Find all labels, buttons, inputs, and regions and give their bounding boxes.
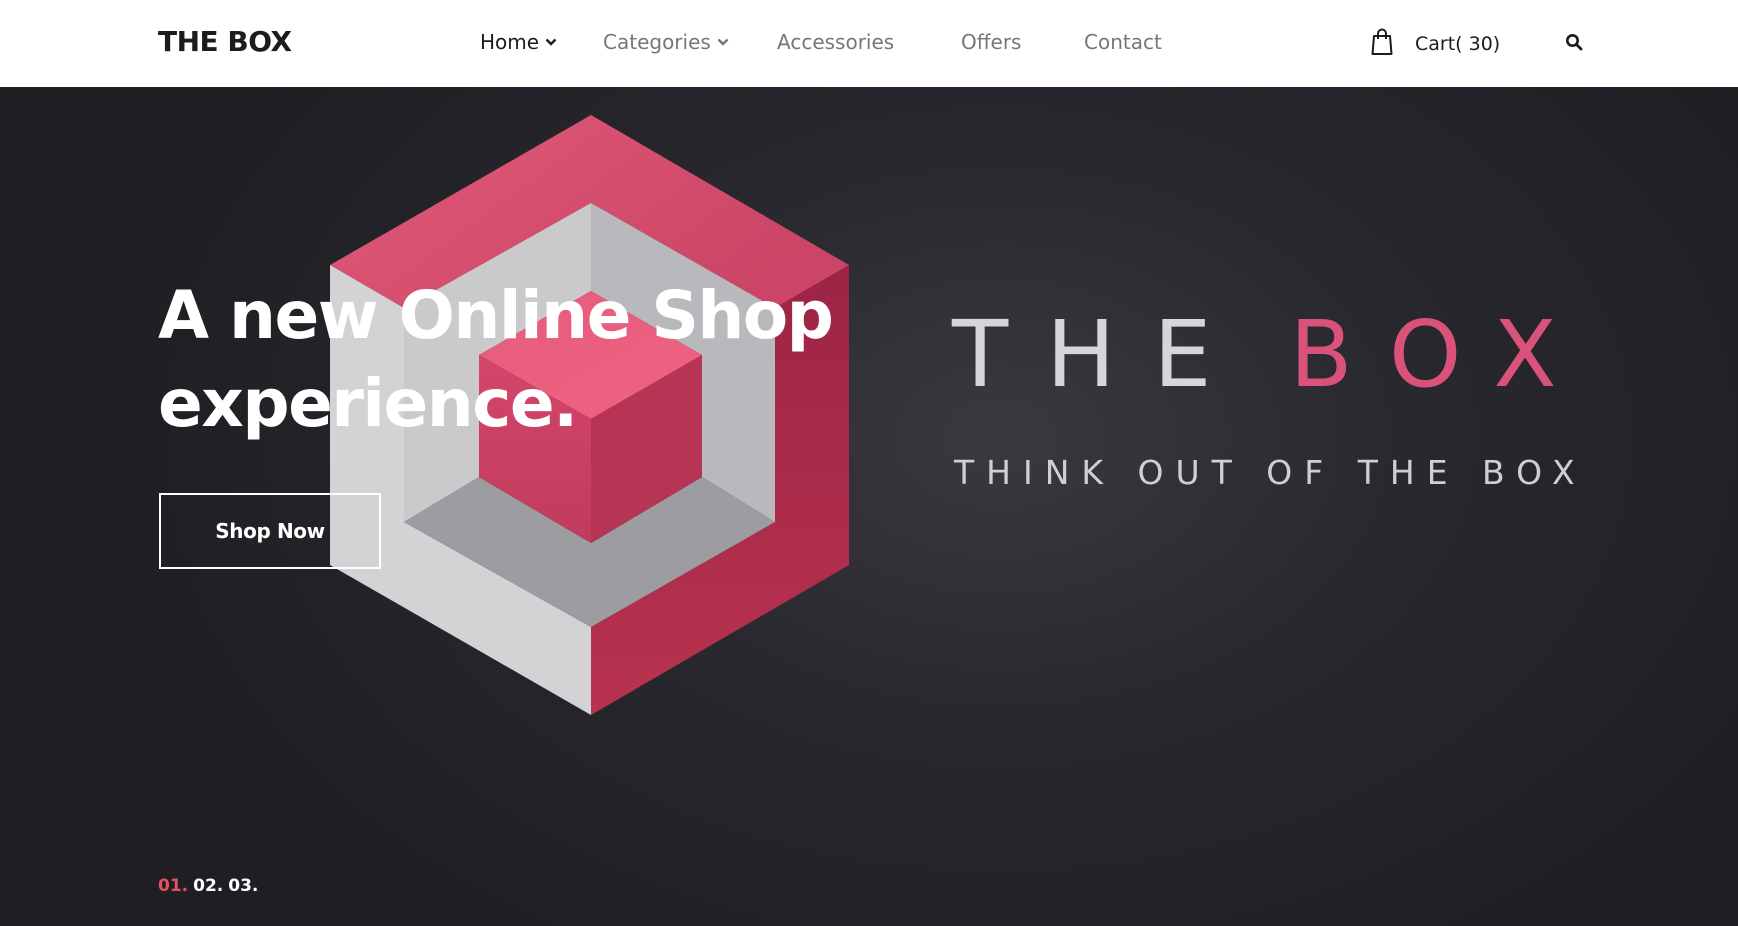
- chevron-down-icon: [545, 37, 557, 47]
- nav-item-home[interactable]: Home: [480, 30, 557, 54]
- slide-indicator-1[interactable]: 01.: [158, 876, 188, 896]
- hero-headline-line-1: A new Online Shop: [158, 277, 834, 354]
- nav-item-label: Contact: [1084, 30, 1162, 54]
- slide-indicator-3[interactable]: 03.: [228, 876, 258, 896]
- hero-headline-line-2: experience.: [158, 365, 578, 442]
- nav-item-label: Categories: [603, 30, 711, 54]
- brand-word-the: THE: [952, 301, 1250, 408]
- hero-slider: THE BOX THINK OUT OF THE BOX A new Online…: [0, 87, 1738, 926]
- nav-item-contact[interactable]: Contact: [1084, 30, 1162, 54]
- search-button[interactable]: [1565, 33, 1583, 55]
- slide-pager: 01. 02. 03.: [158, 876, 263, 896]
- shop-now-button[interactable]: Shop Now: [159, 493, 381, 569]
- cart-label: Cart( 30): [1415, 33, 1501, 55]
- nav-item-offers[interactable]: Offers: [961, 30, 1021, 54]
- nav-item-accessories[interactable]: Accessories: [777, 30, 894, 54]
- brand-wordmark: THE BOX: [952, 309, 1595, 401]
- chevron-down-icon: [717, 37, 729, 47]
- nav-item-label: Home: [480, 30, 540, 54]
- search-icon: [1565, 34, 1583, 55]
- nav-item-categories[interactable]: Categories: [603, 30, 729, 54]
- shopping-bag-icon: [1371, 28, 1393, 60]
- nav-item-label: Offers: [961, 30, 1022, 54]
- brand-tagline: THINK OUT OF THE BOX: [954, 453, 1587, 492]
- page: THE BOX Home Categories Accessories Offe…: [0, 0, 1738, 926]
- site-header: THE BOX Home Categories Accessories Offe…: [0, 0, 1738, 87]
- cart-link[interactable]: Cart( 30): [1371, 28, 1500, 60]
- brand-word-box: BOX: [1289, 301, 1595, 408]
- nav-item-label: Accessories: [777, 30, 895, 54]
- slide-indicator-2[interactable]: 02.: [193, 876, 223, 896]
- hero-headline: A new Online Shop experience.: [158, 272, 918, 448]
